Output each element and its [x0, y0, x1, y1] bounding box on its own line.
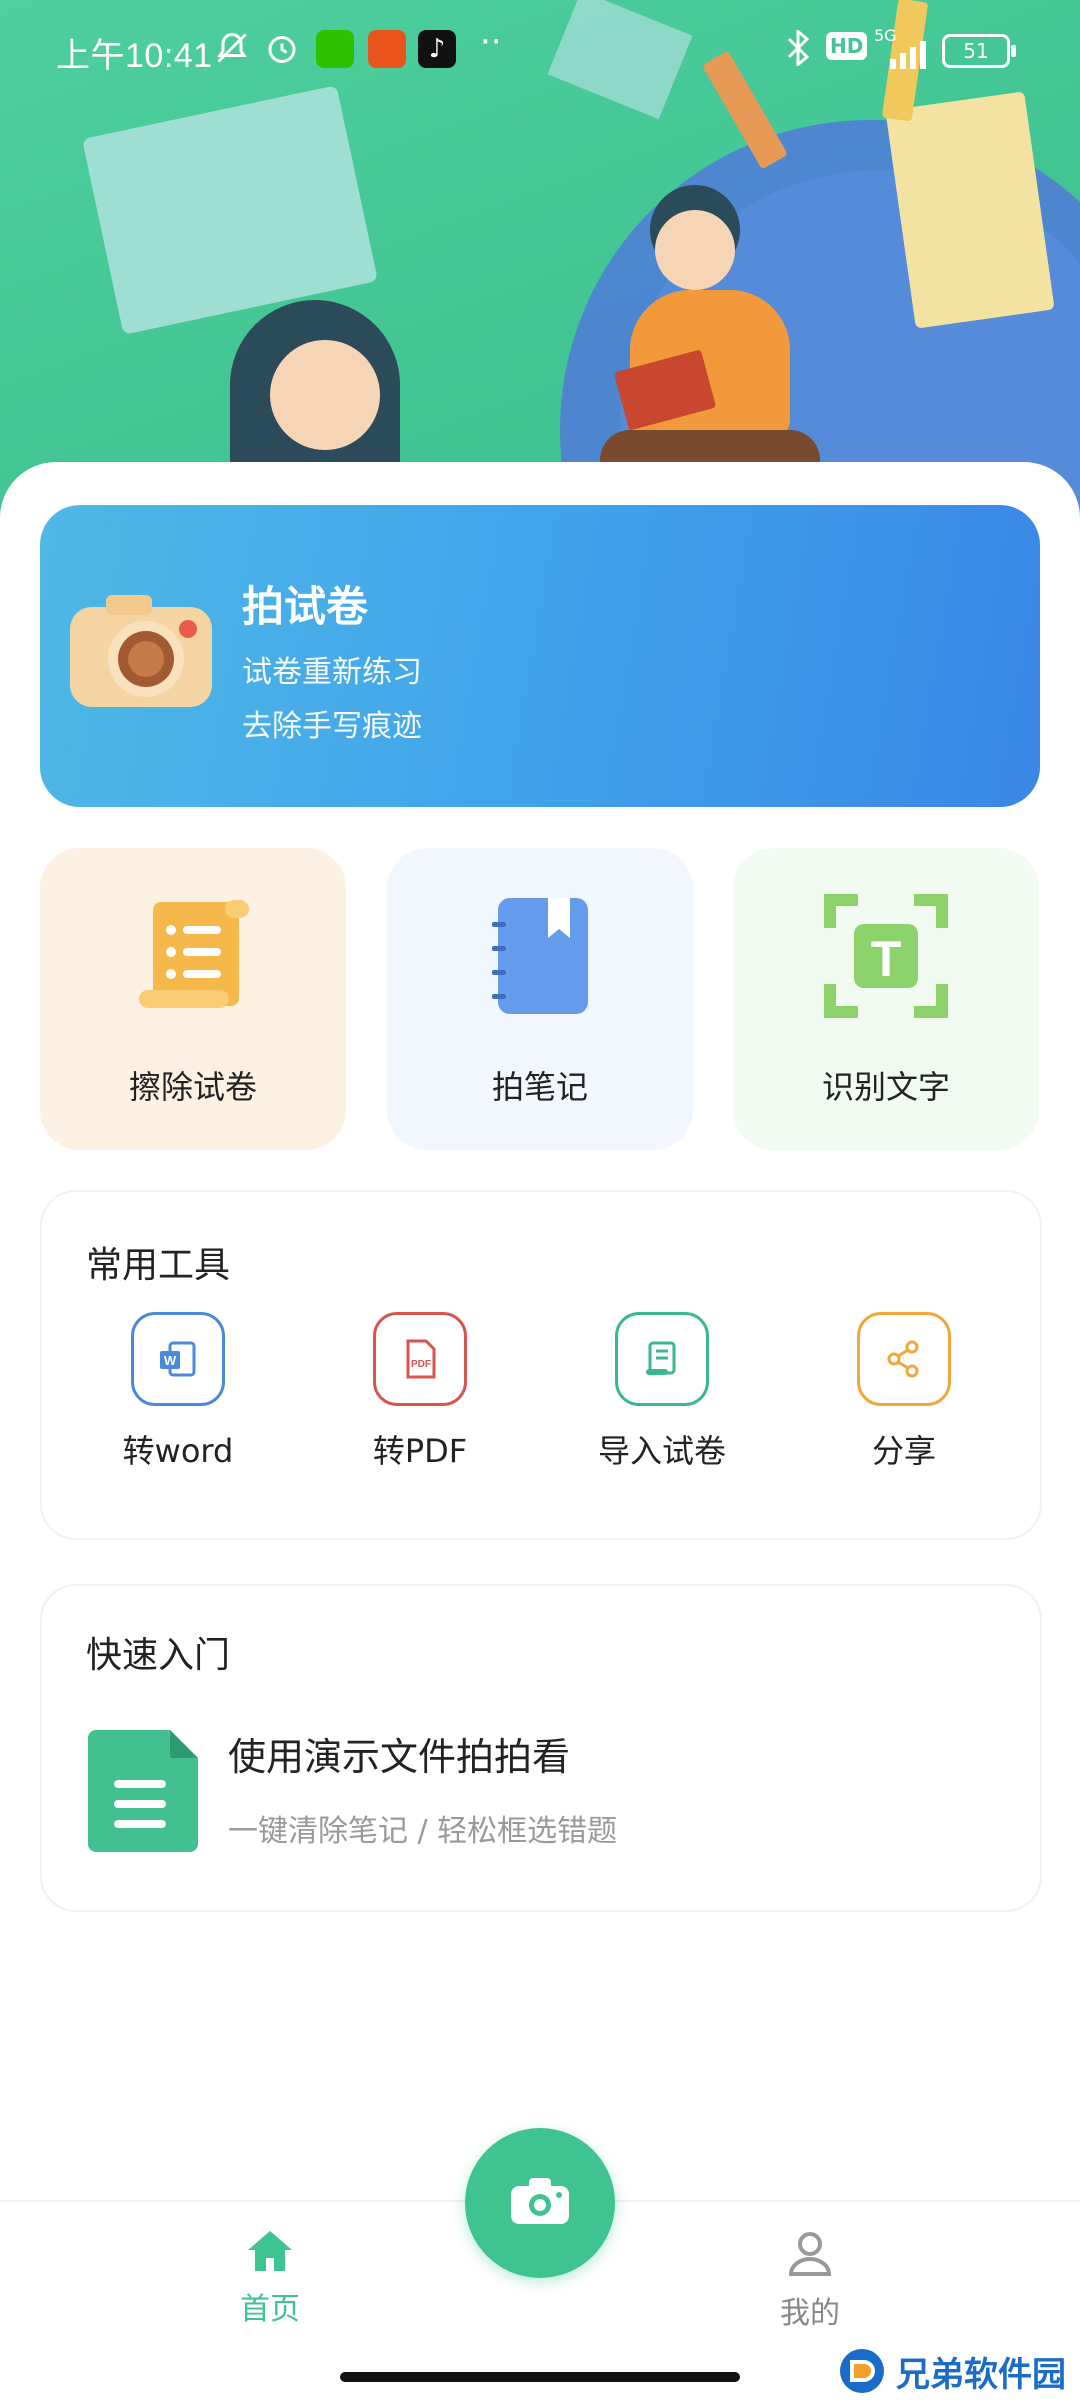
word-icon: W: [131, 1312, 225, 1406]
status-bar: 上午10:41 ♪ ·· HD 5G 51: [0, 0, 1080, 100]
import-paper-icon: [615, 1312, 709, 1406]
home-icon: [170, 2228, 370, 2278]
scan-notes-card[interactable]: 拍笔记: [387, 848, 693, 1150]
scroll-icon: [131, 894, 255, 1022]
wechat-icon: [316, 30, 354, 68]
watermark-text: 兄弟软件园: [896, 2356, 1066, 2394]
share-icon: [857, 1312, 951, 1406]
camera-fab-button[interactable]: [465, 2128, 615, 2278]
tab-home[interactable]: 首页: [170, 2228, 370, 2328]
convert-pdf-button[interactable]: PDF 转PDF: [320, 1312, 520, 1472]
hero-illustration: 上午10:41 ♪ ·· HD 5G 51: [0, 0, 1080, 520]
scan-paper-title: 拍试卷: [242, 582, 369, 631]
battery-indicator: 51: [942, 34, 1016, 68]
demo-file-subtitle: 一键清除笔记 / 轻松框选错题: [228, 1814, 618, 1849]
common-tools-title: 常用工具: [86, 1245, 231, 1286]
watermark: 兄弟软件园: [836, 2346, 1066, 2396]
camera-icon: [509, 2176, 571, 2230]
user-icon: [710, 2228, 910, 2282]
share-label: 分享: [871, 1432, 936, 1470]
alarm-icon: [264, 30, 300, 75]
scan-paper-desc-2: 去除手写痕迹: [242, 709, 422, 744]
common-tools-panel: 常用工具 W 转word PDF 转PDF 导入试卷 分享: [40, 1190, 1042, 1540]
scan-paper-desc-1: 试卷重新练习: [242, 655, 422, 690]
quick-start-title: 快速入门: [86, 1635, 231, 1676]
bluetooth-icon: [784, 28, 812, 75]
scan-paper-card[interactable]: 拍试卷 试卷重新练习 去除手写痕迹: [40, 505, 1040, 807]
ocr-text-card[interactable]: T 识别文字: [733, 848, 1039, 1150]
svg-text:PDF: PDF: [411, 1359, 431, 1370]
hd-badge: HD: [826, 32, 868, 60]
tab-home-label: 首页: [240, 2292, 300, 2327]
camera-icon: [66, 593, 216, 717]
demo-file-title: 使用演示文件拍拍看: [228, 1735, 571, 1779]
tab-mine[interactable]: 我的: [710, 2228, 910, 2332]
document-icon: [84, 1726, 202, 1860]
convert-word-button[interactable]: W 转word: [78, 1312, 278, 1472]
tiktok-icon: ♪: [418, 30, 456, 68]
more-dots-icon: ··: [480, 22, 502, 62]
shop-app-icon: [368, 30, 406, 68]
pdf-icon: PDF: [373, 1312, 467, 1406]
notebook-icon: [478, 894, 602, 1022]
erase-paper-label: 擦除试卷: [128, 1068, 257, 1106]
home-indicator[interactable]: [340, 2372, 740, 2382]
svg-text:W: W: [164, 1353, 177, 1368]
quick-start-panel: 快速入门 使用演示文件拍拍看 一键清除笔记 / 轻松框选错题: [40, 1584, 1042, 1912]
convert-word-label: 转word: [122, 1432, 234, 1470]
erase-paper-card[interactable]: 擦除试卷: [40, 848, 346, 1150]
mute-bell-icon: [214, 30, 250, 75]
import-paper-label: 导入试卷: [597, 1432, 726, 1470]
convert-pdf-label: 转PDF: [372, 1432, 468, 1470]
scan-notes-label: 拍笔记: [491, 1068, 588, 1106]
status-time: 上午10:41: [56, 37, 213, 75]
signal-icon: [874, 38, 934, 78]
ocr-text-label: 识别文字: [821, 1068, 950, 1106]
import-paper-button[interactable]: 导入试卷: [562, 1312, 762, 1472]
tab-mine-label: 我的: [780, 2296, 840, 2331]
watermark-logo-icon: [840, 2349, 884, 2393]
text-recognition-icon: T: [824, 894, 948, 1022]
share-button[interactable]: 分享: [804, 1312, 1004, 1472]
svg-text:T: T: [871, 931, 902, 987]
demo-file-item[interactable]: 使用演示文件拍拍看 一键清除笔记 / 轻松框选错题: [84, 1726, 984, 1856]
